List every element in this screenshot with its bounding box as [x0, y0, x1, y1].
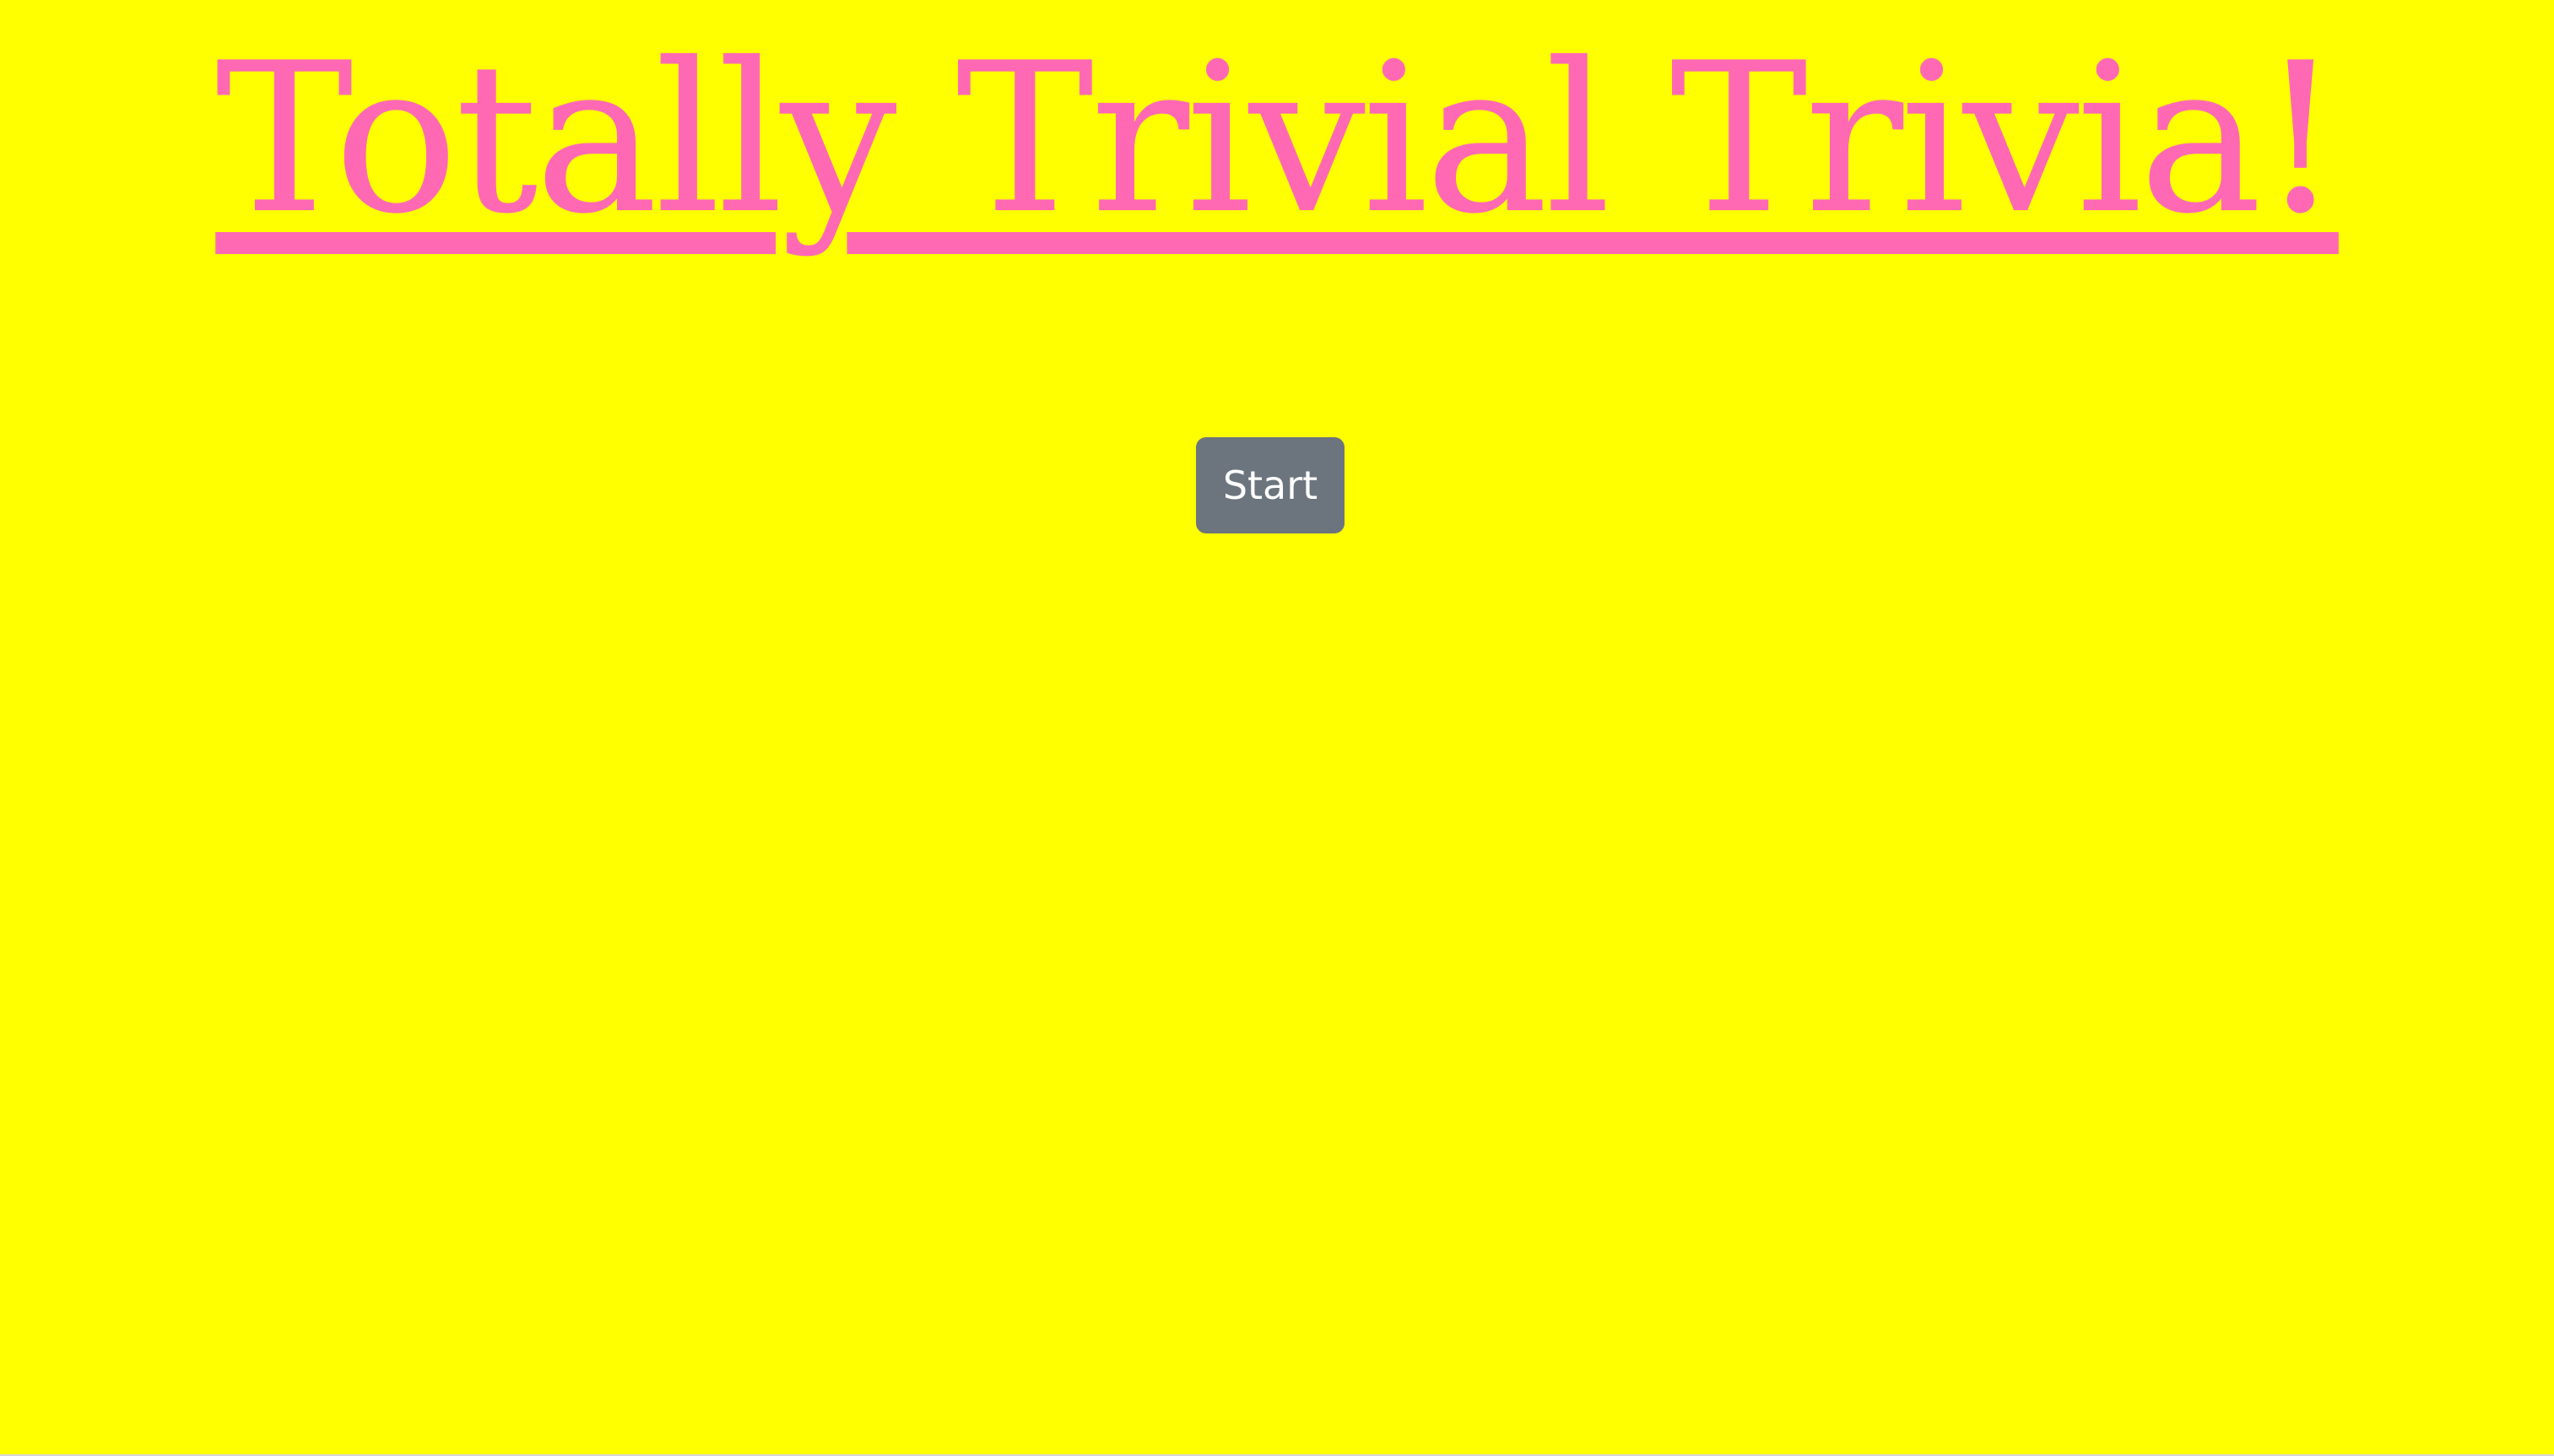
trivia-page: Totally Trivial Trivia! Start: [0, 0, 2554, 1456]
page-title[interactable]: Totally Trivial Trivia!: [215, 17, 2342, 262]
start-button[interactable]: Start: [1196, 437, 1345, 533]
page-header: Totally Trivial Trivia!: [0, 0, 2554, 304]
